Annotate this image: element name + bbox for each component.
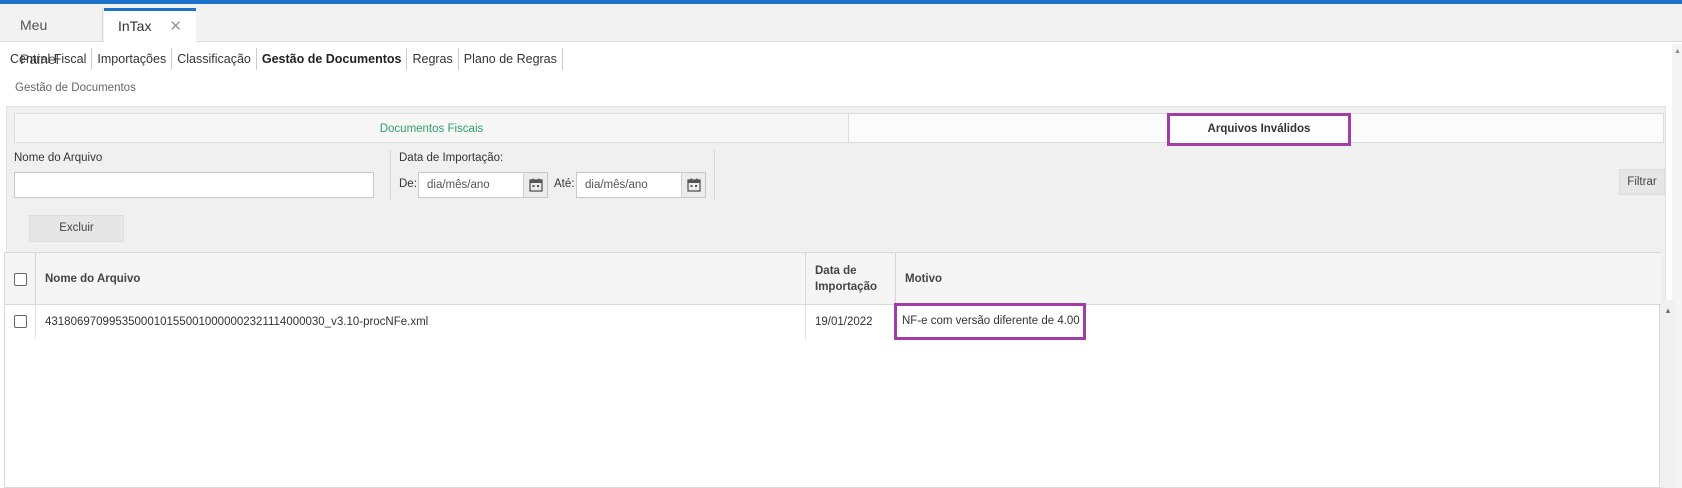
scroll-up-arrow-icon[interactable]: ▲: [1674, 48, 1681, 55]
ate-date-input[interactable]: dia/mês/ano: [576, 172, 706, 198]
row-motivo: NF-e com versão diferente de 4.00: [894, 303, 1086, 340]
subtabs: Documentos Fiscais: [14, 113, 1664, 143]
ate-date-placeholder: dia/mês/ano: [585, 179, 648, 191]
col-data-line2: Importação: [815, 281, 877, 293]
select-all-checkbox[interactable]: [13, 272, 27, 286]
table-row[interactable]: 4318069709953500010155001000000232111400…: [5, 305, 1661, 339]
app-tab-meu-painel[interactable]: Meu Painel: [0, 8, 103, 67]
col-motivo[interactable]: Motivo: [896, 253, 1661, 305]
table-header: Nome do Arquivo Data de Importação Motiv…: [5, 253, 1661, 305]
menu-item-plano-regras[interactable]: Plano de Regras: [459, 48, 563, 70]
invalid-files-table: Nome do Arquivo Data de Importação Motiv…: [4, 252, 1661, 488]
col-nome-arquivo[interactable]: Nome do Arquivo: [36, 253, 806, 305]
col-data-importacao[interactable]: Data de Importação: [806, 253, 896, 305]
ate-label: Até:: [554, 178, 575, 190]
menu-item-importacoes[interactable]: Importações: [92, 48, 173, 70]
table-scrollbar[interactable]: [1664, 300, 1676, 488]
breadcrumb: Gestão de Documentos: [15, 82, 136, 94]
tab-arquivos-invalidos[interactable]: Arquivos Inválidos: [1167, 113, 1351, 146]
data-importacao-label: Data de Importação:: [399, 152, 504, 164]
row-data-importacao: 19/01/2022: [806, 305, 896, 339]
filter-divider: [714, 150, 715, 200]
select-all-cell: [5, 253, 36, 305]
menu-item-central-fiscal[interactable]: Central Fiscal: [0, 48, 93, 70]
nome-arquivo-input[interactable]: [14, 172, 374, 198]
close-icon[interactable]: ✕: [169, 11, 182, 42]
menu-item-classificacao[interactable]: Classificação: [172, 48, 257, 70]
scroll-up-arrow-icon[interactable]: ▲: [1664, 306, 1672, 315]
de-date-placeholder: dia/mês/ano: [427, 179, 490, 191]
module-menu: Central Fiscal Importações Classificação Ge…: [0, 48, 563, 70]
app-tabbar: Meu Painel InTax ✕: [0, 4, 1682, 67]
col-data-line1: Data de: [815, 265, 857, 277]
menu-item-regras[interactable]: Regras: [407, 48, 459, 70]
de-label: De:: [399, 178, 417, 190]
row-nome-arquivo: 4318069709953500010155001000000232111400…: [36, 305, 806, 339]
calendar-icon[interactable]: [681, 173, 705, 197]
filtrar-button[interactable]: Filtrar: [1619, 169, 1665, 195]
row-select-cell: [5, 305, 36, 339]
row-checkbox[interactable]: [13, 315, 27, 328]
app-tab-intax[interactable]: InTax ✕: [104, 8, 196, 43]
filter-divider: [390, 150, 391, 200]
menu-item-gestao-documentos[interactable]: Gestão de Documentos: [257, 48, 408, 70]
tab-documentos-fiscais[interactable]: Documentos Fiscais: [14, 113, 849, 143]
app-tab-label: InTax: [118, 18, 152, 34]
calendar-icon[interactable]: [523, 173, 547, 197]
excluir-button[interactable]: Excluir: [29, 215, 124, 242]
de-date-input[interactable]: dia/mês/ano: [418, 172, 548, 198]
nome-arquivo-label: Nome do Arquivo: [14, 152, 103, 164]
